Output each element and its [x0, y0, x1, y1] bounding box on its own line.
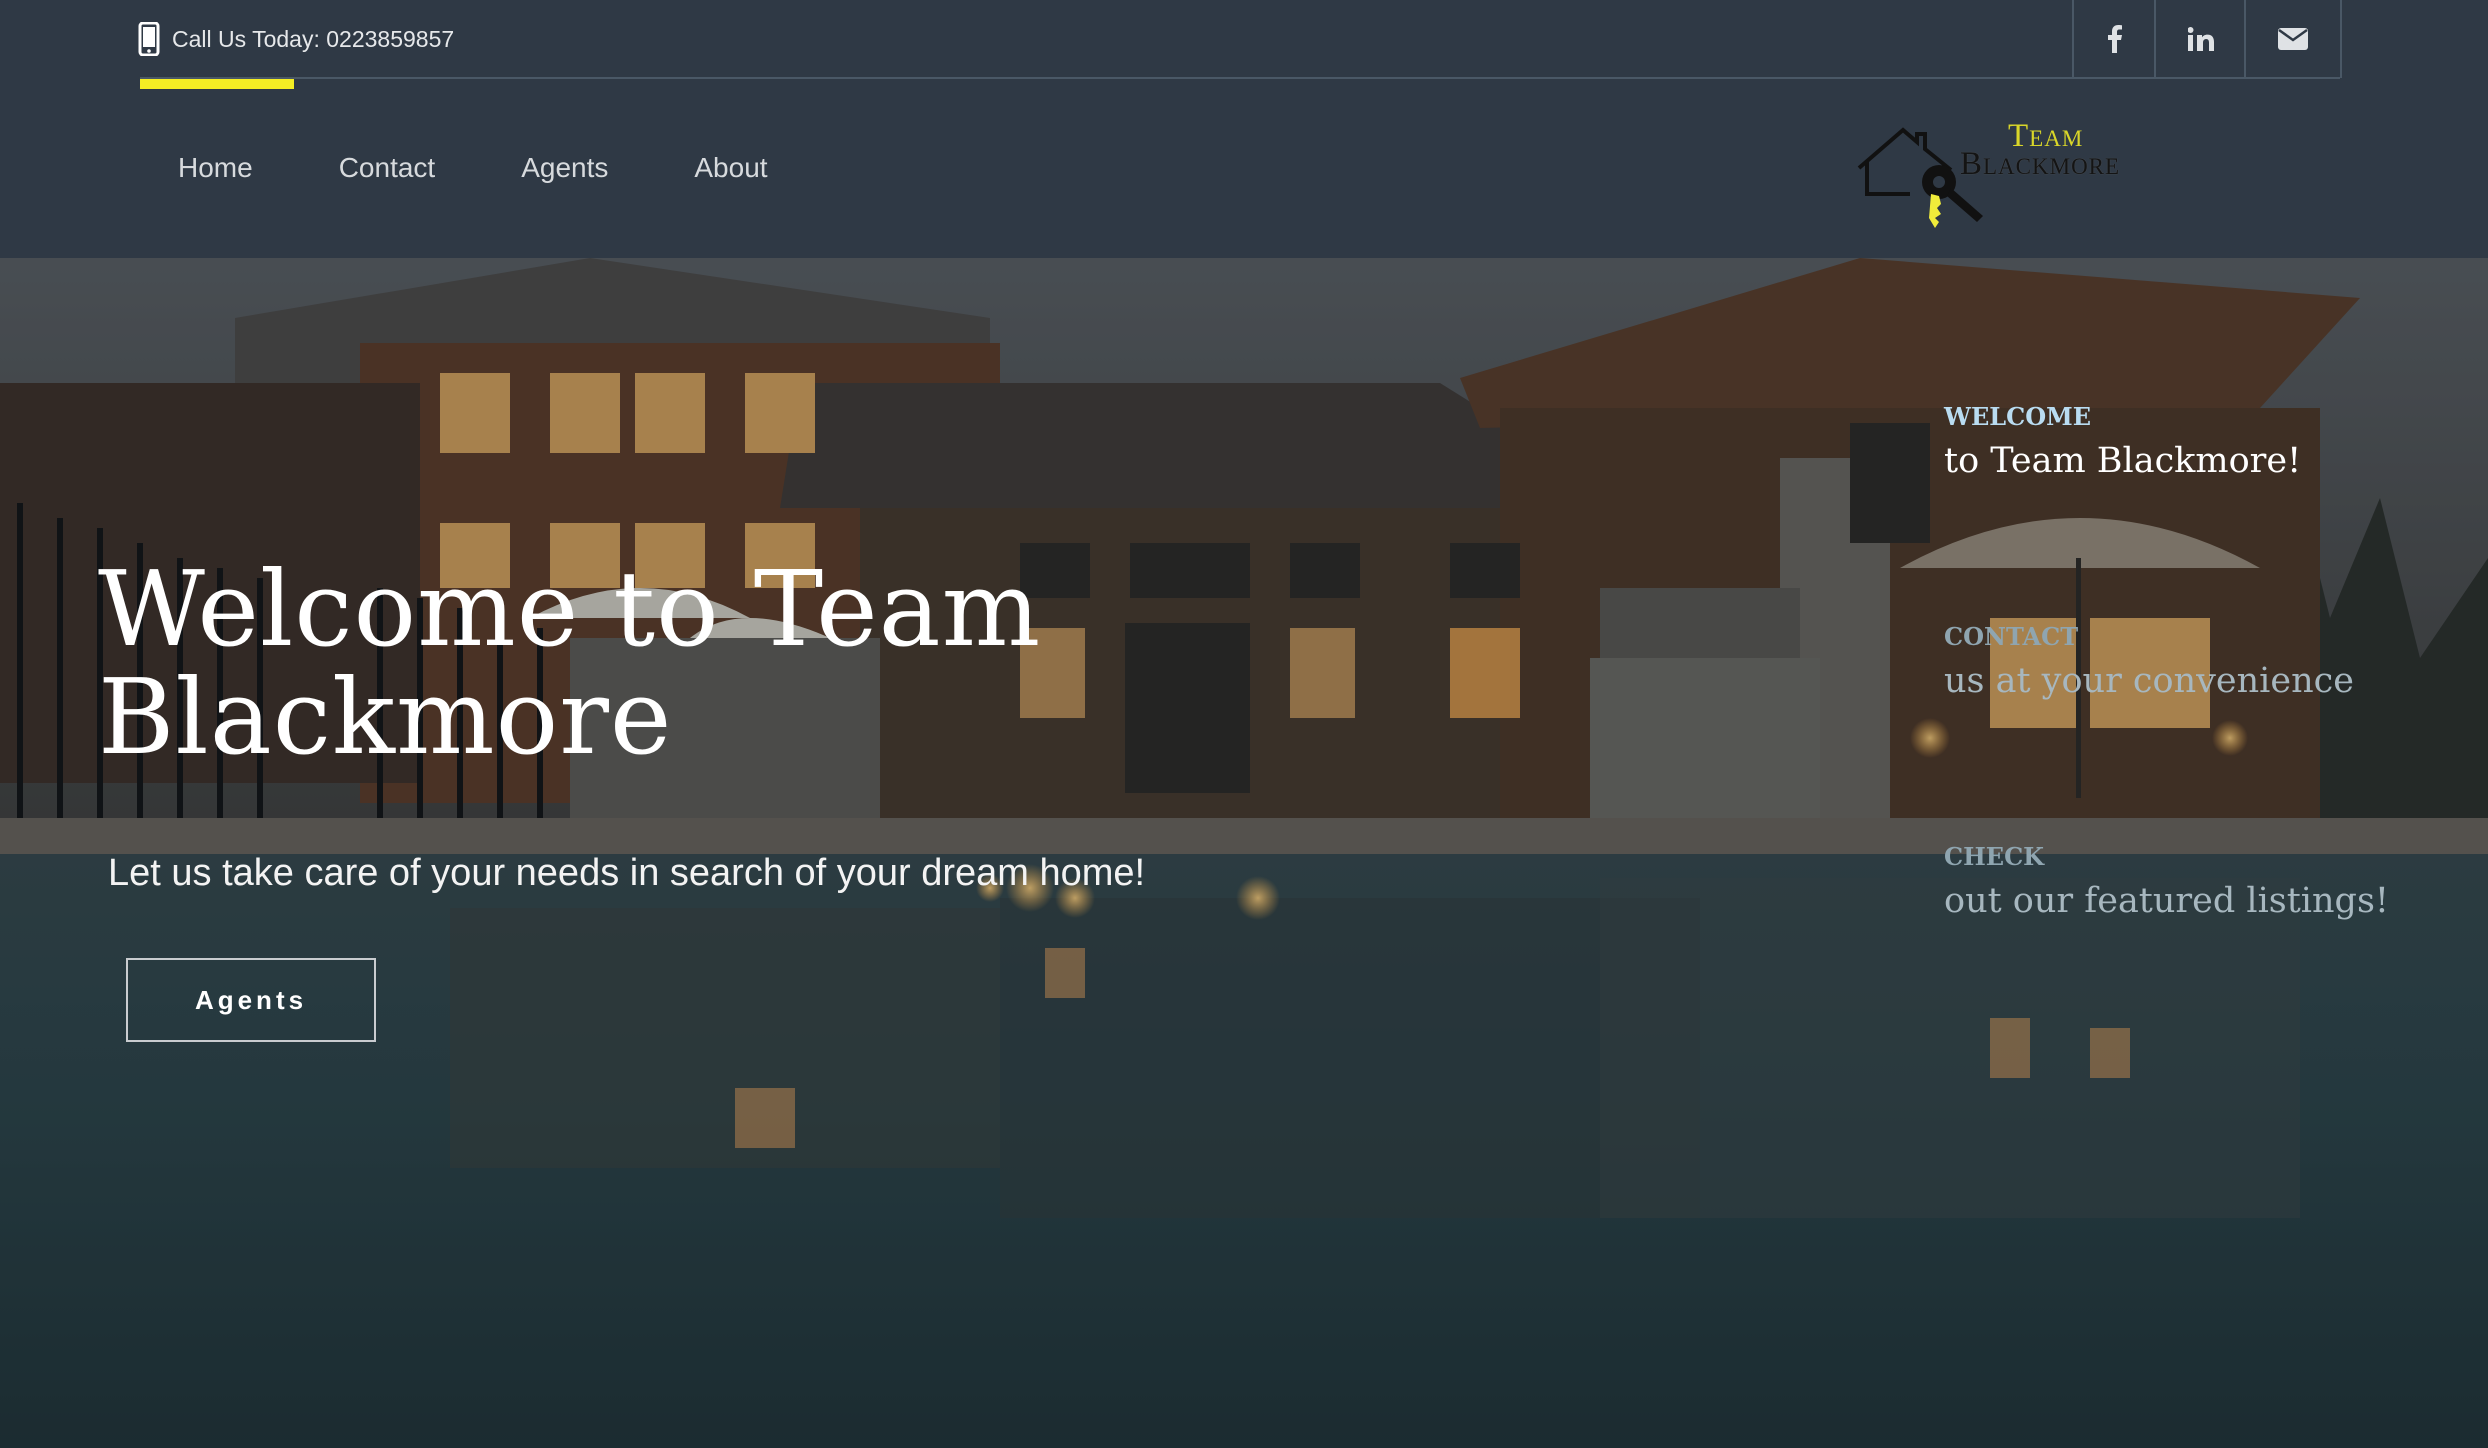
- nav-about[interactable]: About: [694, 152, 767, 184]
- envelope-icon: [2278, 28, 2308, 50]
- hero-subtitle: Let us take care of your needs in search…: [108, 852, 1146, 894]
- mobile-phone-icon: [138, 22, 160, 56]
- hero-title: Welcome to Team Blackmore: [98, 548, 1042, 778]
- linkedin-icon: [2188, 27, 2214, 51]
- nav-contact[interactable]: Contact: [339, 152, 436, 184]
- nav-home[interactable]: Home: [178, 152, 253, 184]
- slide-kicker: CHECK: [1944, 842, 2045, 871]
- top-bar: Call Us Today: 0223859857: [0, 0, 2488, 89]
- slide-text: to Team Blackmore!: [1944, 441, 2302, 481]
- topbar-accent-bar: [140, 79, 294, 89]
- slide-kicker: WELCOME: [1944, 402, 2091, 431]
- phone-text: Call Us Today: 0223859857: [172, 25, 455, 52]
- topbar-divider: [140, 77, 2340, 79]
- nav-menu: Home Contact Agents About: [178, 152, 854, 184]
- logo-text-blackmore: Blackmore: [1960, 146, 2121, 182]
- slide-contact[interactable]: CONTACT us at your convenience: [1944, 622, 2354, 701]
- slide-text: out our featured listings!: [1944, 881, 2389, 921]
- main-navigation: Home Contact Agents About Team Blackmore: [0, 90, 2488, 258]
- slide-text: us at your convenience: [1944, 661, 2354, 701]
- team-blackmore-logo[interactable]: Team Blackmore: [1855, 108, 2175, 238]
- nav-agents[interactable]: Agents: [521, 152, 608, 184]
- slide-kicker: CONTACT: [1944, 622, 2079, 651]
- phone-contact[interactable]: Call Us Today: 0223859857: [138, 22, 454, 56]
- slide-welcome[interactable]: WELCOME to Team Blackmore!: [1944, 402, 2301, 481]
- agents-button[interactable]: Agents: [126, 958, 376, 1042]
- slide-check[interactable]: CHECK out our featured listings!: [1944, 842, 2389, 921]
- facebook-link[interactable]: [2072, 0, 2156, 78]
- facebook-icon: [2108, 25, 2122, 53]
- email-link[interactable]: [2244, 0, 2342, 78]
- linkedin-link[interactable]: [2154, 0, 2246, 78]
